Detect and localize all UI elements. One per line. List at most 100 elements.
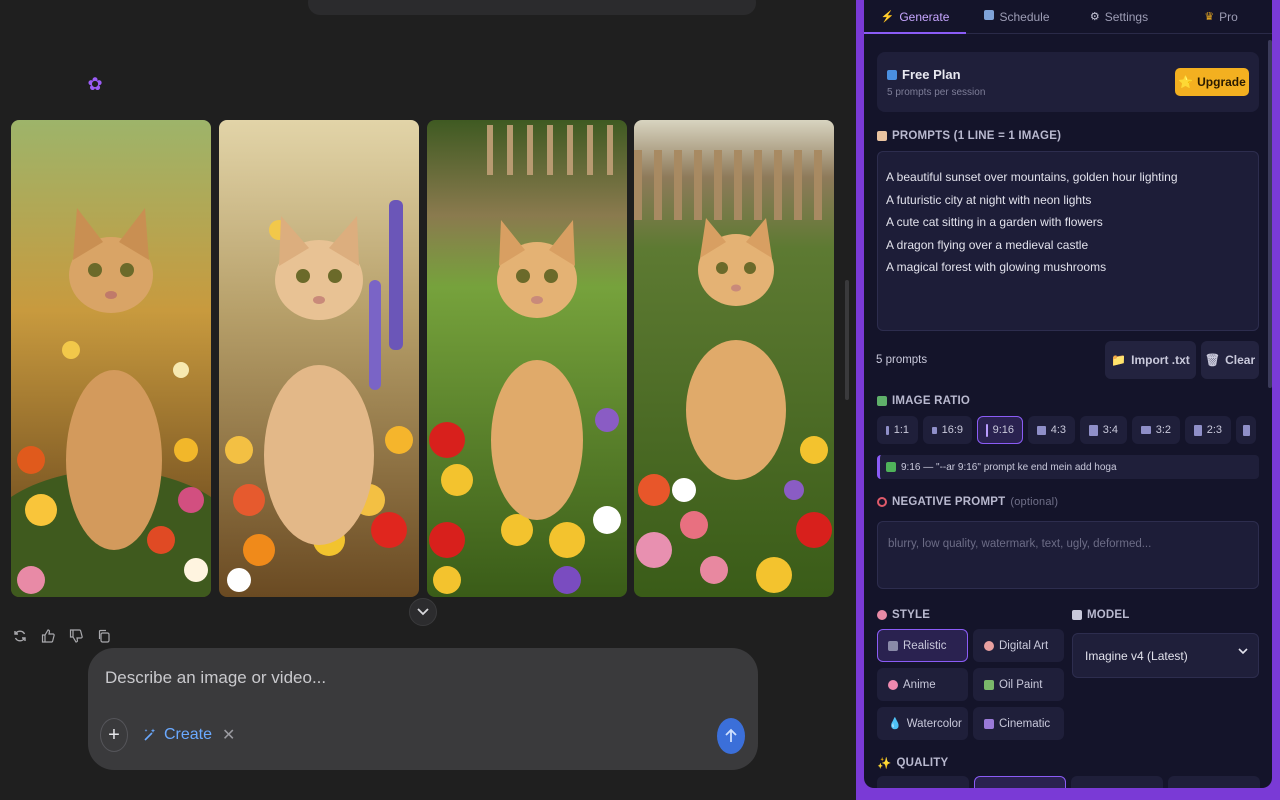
plan-subtitle: 5 prompts per session: [887, 87, 986, 98]
import-label: Import .txt: [1131, 353, 1190, 367]
remove-tool-icon[interactable]: ✕: [222, 725, 235, 745]
prompt-input[interactable]: [105, 668, 705, 688]
crown-icon: ♛: [1204, 11, 1215, 23]
add-attachment-button[interactable]: +: [100, 718, 128, 752]
clear-button[interactable]: 🗑 Clear: [1201, 341, 1259, 379]
memo-icon: [877, 131, 887, 141]
chevron-down-icon: [417, 608, 429, 616]
tab-generate-label: Generate: [899, 9, 950, 24]
ratio-options: 1:1 16:9 9:16 4:3 3:4 3:2 2:3: [877, 416, 1256, 444]
ratio-label: 16:9: [941, 424, 963, 436]
quality-option[interactable]: [1071, 776, 1163, 788]
ratio-option-3-2[interactable]: 3:2: [1132, 416, 1180, 444]
tab-pro[interactable]: ♛ Pro: [1170, 0, 1272, 33]
negative-prompt-textarea[interactable]: blurry, low quality, watermark, text, ug…: [877, 521, 1259, 589]
negative-prompt-label-text: NEGATIVE PROMPT: [892, 496, 1006, 508]
robot-icon: [1072, 610, 1082, 620]
panel-tabs: ⚡ Generate Schedule ⚙ Settings ♛ Pro: [864, 0, 1272, 34]
style-option-anime[interactable]: Anime: [877, 668, 968, 701]
ratio-option-more[interactable]: [1236, 416, 1256, 444]
prompt-line: A magical forest with glowing mushrooms: [886, 260, 1107, 274]
ratio-label: 9:16: [992, 424, 1014, 436]
negative-prompt-placeholder: blurry, low quality, watermark, text, ug…: [888, 538, 1152, 550]
ratio-option-2-3[interactable]: 2:3: [1185, 416, 1231, 444]
message-composer: + Create ✕: [88, 648, 758, 770]
regenerate-icon[interactable]: [12, 628, 28, 644]
style-option-digital-art[interactable]: Digital Art: [973, 629, 1064, 662]
style-label: Realistic: [903, 639, 947, 652]
prompt-line: A beautiful sunset over mountains, golde…: [886, 170, 1178, 184]
lightning-icon: ⚡: [880, 11, 895, 23]
upgrade-button[interactable]: ⭐ Upgrade: [1175, 68, 1249, 96]
ratio-option-1-1[interactable]: 1:1: [877, 416, 918, 444]
ratio-option-9-16[interactable]: 9:16: [977, 416, 1023, 444]
prompts-label: PROMPTS (1 LINE = 1 IMAGE): [877, 130, 1061, 142]
style-option-watercolor[interactable]: 💧 Watercolor: [877, 707, 968, 740]
create-tool-chip[interactable]: Create ✕: [142, 725, 235, 745]
quality-option[interactable]: [974, 776, 1066, 788]
generated-image-1[interactable]: [11, 120, 211, 597]
thumbs-down-icon[interactable]: [68, 628, 84, 644]
style-label: Watercolor: [906, 717, 962, 730]
quality-label: ✨ QUALITY: [877, 756, 948, 770]
prompts-textarea[interactable]: A beautiful sunset over mountains, golde…: [877, 151, 1259, 331]
plan-card: Free Plan 5 prompts per session ⭐ Upgrad…: [877, 52, 1259, 112]
ratio-option-3-4[interactable]: 3:4: [1080, 416, 1127, 444]
chat-scrollbar[interactable]: [845, 280, 849, 400]
style-option-cinematic[interactable]: Cinematic: [973, 707, 1064, 740]
style-label: Oil Paint: [999, 678, 1043, 691]
trash-icon: 🗑: [1204, 353, 1221, 367]
tab-settings-label: Settings: [1104, 9, 1149, 24]
optional-hint: (optional): [1010, 496, 1059, 508]
thumbs-up-icon[interactable]: [40, 628, 56, 644]
message-actions: [12, 628, 112, 644]
scroll-down-button[interactable]: [409, 598, 437, 626]
magic-wand-icon: [144, 728, 156, 741]
arrow-up-icon: [725, 728, 737, 742]
ai-spark-icon: ✿: [87, 74, 103, 94]
ratio-option-16-9[interactable]: 16:9: [923, 416, 972, 444]
image-ratio-label: IMAGE RATIO: [877, 395, 970, 407]
ratio-label: 3:2: [1155, 424, 1171, 436]
quality-option[interactable]: [1168, 776, 1260, 788]
upgrade-label: Upgrade: [1197, 75, 1246, 89]
ratio-option-4-3[interactable]: 4:3: [1028, 416, 1075, 444]
droplet-icon: 💧: [888, 718, 902, 730]
model-select[interactable]: Imagine v4 (Latest): [1072, 633, 1259, 678]
no-entry-icon: [877, 497, 887, 507]
image-ratio-label-text: IMAGE RATIO: [892, 395, 971, 407]
gear-icon: ⚙: [1089, 11, 1100, 23]
style-label: Anime: [903, 678, 936, 691]
prompt-line: A dragon flying over a medieval castle: [886, 237, 1089, 252]
plan-title-text: Free Plan: [902, 67, 961, 82]
style-label-text: STYLE: [892, 609, 931, 621]
generated-image-3[interactable]: [427, 120, 627, 597]
negative-prompt-label: NEGATIVE PROMPT (optional): [877, 496, 1058, 508]
style-label: Digital Art: [999, 639, 1049, 652]
previous-message-bubble: [308, 0, 756, 15]
generated-image-4[interactable]: [634, 120, 834, 597]
ratio-info-note: 9:16 — "--ar 9:16" prompt ke end mein ad…: [877, 455, 1259, 479]
tab-generate[interactable]: ⚡ Generate: [864, 0, 966, 34]
painting-icon: [984, 679, 994, 690]
folder-icon: 📁: [1111, 353, 1127, 367]
model-label: MODEL: [1072, 609, 1130, 621]
tab-settings[interactable]: ⚙ Settings: [1068, 0, 1170, 33]
import-txt-button[interactable]: 📁 Import .txt: [1105, 341, 1196, 379]
quality-option[interactable]: [877, 776, 969, 788]
copy-icon[interactable]: [96, 628, 112, 644]
panel-scrollbar[interactable]: [1268, 40, 1272, 388]
plan-icon: [887, 69, 897, 80]
style-option-oil-paint[interactable]: Oil Paint: [973, 668, 1064, 701]
plan-title: Free Plan: [887, 67, 961, 82]
palette-icon: [984, 640, 994, 651]
generated-image-2[interactable]: [219, 120, 419, 597]
quality-options: [877, 776, 1260, 788]
send-button[interactable]: [717, 718, 745, 754]
style-label: Cinematic: [999, 717, 1051, 730]
prompt-line: A futuristic city at night with neon lig…: [886, 192, 1092, 207]
style-option-realistic[interactable]: Realistic: [877, 629, 968, 662]
model-label-text: MODEL: [1087, 609, 1130, 621]
sparkles-icon: ✨: [877, 758, 892, 770]
tab-schedule[interactable]: Schedule: [966, 0, 1068, 33]
